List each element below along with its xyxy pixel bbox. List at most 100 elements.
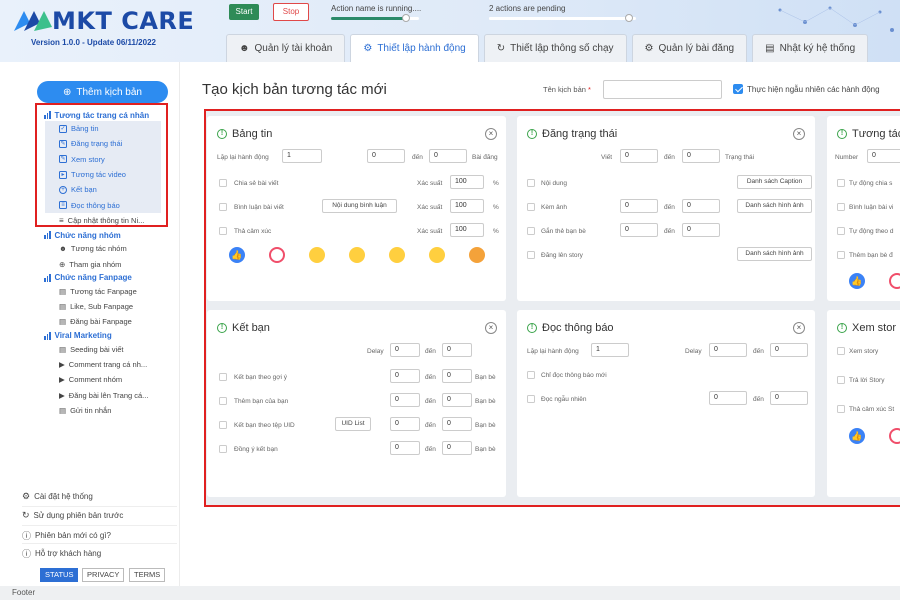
- react-checkbox[interactable]: [219, 227, 227, 235]
- image-from-input[interactable]: 0: [620, 199, 658, 213]
- image-to-input[interactable]: 0: [682, 199, 720, 213]
- close-icon[interactable]: ×: [485, 128, 497, 140]
- tab-run-params[interactable]: ↻ Thiết lập thông số chạy: [483, 34, 627, 62]
- haha-reaction-icon[interactable]: [349, 247, 365, 263]
- share-checkbox[interactable]: [219, 179, 227, 187]
- posts-from-input[interactable]: 0: [367, 149, 405, 163]
- tab-account-management[interactable]: ☻ Quản lý tài khoản: [226, 34, 346, 62]
- suggest-to-input[interactable]: 0: [442, 369, 472, 383]
- tag-to-input[interactable]: 0: [682, 223, 720, 237]
- like-reaction-icon[interactable]: 👍: [849, 428, 865, 444]
- random-actions-checkbox[interactable]: [733, 84, 743, 94]
- sidebar-item-comment-profile[interactable]: ▶ Comment trang cá nh...: [44, 357, 184, 372]
- accept-friend-checkbox[interactable]: [219, 445, 227, 453]
- react-probability-input[interactable]: 100: [450, 223, 484, 237]
- delay-from-input[interactable]: 0: [709, 343, 747, 357]
- attach-image-checkbox[interactable]: [527, 203, 535, 211]
- uid-to-input[interactable]: 0: [442, 417, 472, 431]
- add-friend-checkbox[interactable]: [837, 251, 845, 259]
- close-icon[interactable]: ×: [793, 322, 805, 334]
- comment-checkbox[interactable]: [219, 203, 227, 211]
- posts-to-input[interactable]: 0: [429, 149, 467, 163]
- sidebar-item-group-interact[interactable]: ☻ Tương tác nhóm: [44, 241, 184, 256]
- view-story-checkbox[interactable]: [837, 347, 845, 355]
- repeat-input[interactable]: 1: [591, 343, 629, 357]
- tag-from-input[interactable]: 0: [620, 223, 658, 237]
- start-button[interactable]: Start: [229, 4, 259, 20]
- tab-post-management[interactable]: ⚙ Quản lý bài đăng: [631, 34, 748, 62]
- add-script-button[interactable]: ⊕ Thêm kịch bản: [37, 81, 168, 103]
- close-icon[interactable]: ×: [485, 322, 497, 334]
- privacy-button[interactable]: PRIVACY: [82, 568, 125, 582]
- love-reaction-icon[interactable]: [269, 247, 285, 263]
- whats-new-link[interactable]: ⓘ Phiên bản mới có gì?: [22, 529, 111, 542]
- repeat-input[interactable]: 1: [282, 149, 322, 163]
- to-label: đến: [664, 154, 675, 161]
- angry-reaction-icon[interactable]: [469, 247, 485, 263]
- uid-from-input[interactable]: 0: [390, 417, 420, 431]
- delay-from-input[interactable]: 0: [390, 343, 420, 357]
- uid-list-button[interactable]: UID List: [335, 417, 371, 431]
- tag-friends-checkbox[interactable]: [527, 227, 535, 235]
- comment-post-checkbox[interactable]: [837, 203, 845, 211]
- terms-button[interactable]: TERMS: [129, 568, 166, 582]
- status-to-input[interactable]: 0: [682, 149, 720, 163]
- close-icon[interactable]: ×: [793, 128, 805, 140]
- sidebar-item-seeding[interactable]: ▤ Seeding bài viết: [44, 342, 184, 357]
- random-to-input[interactable]: 0: [770, 391, 808, 405]
- sidebar-group-fanpage[interactable]: Chức năng Fanpage: [44, 272, 184, 284]
- auto-follow-checkbox[interactable]: [837, 227, 845, 235]
- status-button[interactable]: STATUS: [40, 568, 79, 582]
- suggest-from-input[interactable]: 0: [390, 369, 420, 383]
- random-read-checkbox[interactable]: [527, 395, 535, 403]
- love-reaction-icon[interactable]: [889, 273, 900, 289]
- sad-reaction-icon[interactable]: [429, 247, 445, 263]
- suggest-friend-checkbox[interactable]: [219, 373, 227, 381]
- sidebar-item-fanpage-interact[interactable]: ▤ Tương tác Fanpage: [44, 284, 184, 299]
- sidebar-group-viral[interactable]: Viral Marketing: [44, 330, 184, 342]
- content-checkbox[interactable]: [527, 179, 535, 187]
- sidebar-item-comment-group[interactable]: ▶ Comment nhóm: [44, 372, 184, 387]
- accept-to-input[interactable]: 0: [442, 441, 472, 455]
- sidebar-group-groups[interactable]: Chức năng nhóm: [44, 229, 184, 241]
- friend-of-friend-checkbox[interactable]: [219, 397, 227, 405]
- tab-system-log[interactable]: ▤ Nhật ký hệ thống: [752, 34, 869, 62]
- sidebar-item-like-sub[interactable]: ▤ Like, Sub Fanpage: [44, 299, 184, 314]
- delay-to-input[interactable]: 0: [770, 343, 808, 357]
- auto-share-checkbox[interactable]: [837, 179, 845, 187]
- system-settings-link[interactable]: ⚙ Cài đặt hệ thống: [22, 491, 93, 502]
- image-list-button[interactable]: Danh sách hình ảnh: [737, 199, 812, 213]
- love-reaction-icon[interactable]: [889, 428, 900, 444]
- sidebar-item-fanpage-post[interactable]: ▤ Đăng bài Fanpage: [44, 314, 184, 329]
- comment-content-button[interactable]: Nội dung bình luận: [322, 199, 397, 213]
- fof-to-input[interactable]: 0: [442, 393, 472, 407]
- wow-reaction-icon[interactable]: [389, 247, 405, 263]
- previous-version-link[interactable]: ↻ Sử dụng phiên bản trước: [22, 510, 123, 521]
- random-actions-toggle[interactable]: Thực hiện ngẫu nhiên các hành động: [733, 84, 880, 94]
- like-reaction-icon[interactable]: 👍: [849, 273, 865, 289]
- fof-from-input[interactable]: 0: [390, 393, 420, 407]
- support-link[interactable]: ⓘ Hỗ trợ khách hàng: [22, 547, 101, 560]
- status-from-input[interactable]: 0: [620, 149, 658, 163]
- only-new-checkbox[interactable]: [527, 371, 535, 379]
- uid-file-checkbox[interactable]: [219, 421, 227, 429]
- tab-action-setup[interactable]: ⚙ Thiết lập hành động: [350, 34, 479, 62]
- sidebar-item-send-message[interactable]: ▤ Gửi tin nhắn: [44, 403, 184, 418]
- sidebar-item-join-group[interactable]: ⊕ Tham gia nhóm: [44, 256, 184, 271]
- caption-list-button[interactable]: Danh sách Caption: [737, 175, 812, 189]
- story-image-list-button[interactable]: Danh sách hình ảnh: [737, 247, 812, 261]
- post-story-checkbox[interactable]: [527, 251, 535, 259]
- react-story-checkbox[interactable]: [837, 405, 845, 413]
- share-probability-input[interactable]: 100: [450, 175, 484, 189]
- delay-to-input[interactable]: 0: [442, 343, 472, 357]
- script-name-input[interactable]: [603, 80, 722, 99]
- sidebar-item-post-profile[interactable]: ▶ Đăng bài lên Trang cá...: [44, 387, 184, 402]
- care-reaction-icon[interactable]: [309, 247, 325, 263]
- accept-from-input[interactable]: 0: [390, 441, 420, 455]
- number-input[interactable]: 0: [867, 149, 900, 163]
- stop-button[interactable]: Stop: [273, 3, 309, 21]
- reply-story-checkbox[interactable]: [837, 376, 845, 384]
- like-reaction-icon[interactable]: 👍: [229, 247, 245, 263]
- comment-probability-input[interactable]: 100: [450, 199, 484, 213]
- random-from-input[interactable]: 0: [709, 391, 747, 405]
